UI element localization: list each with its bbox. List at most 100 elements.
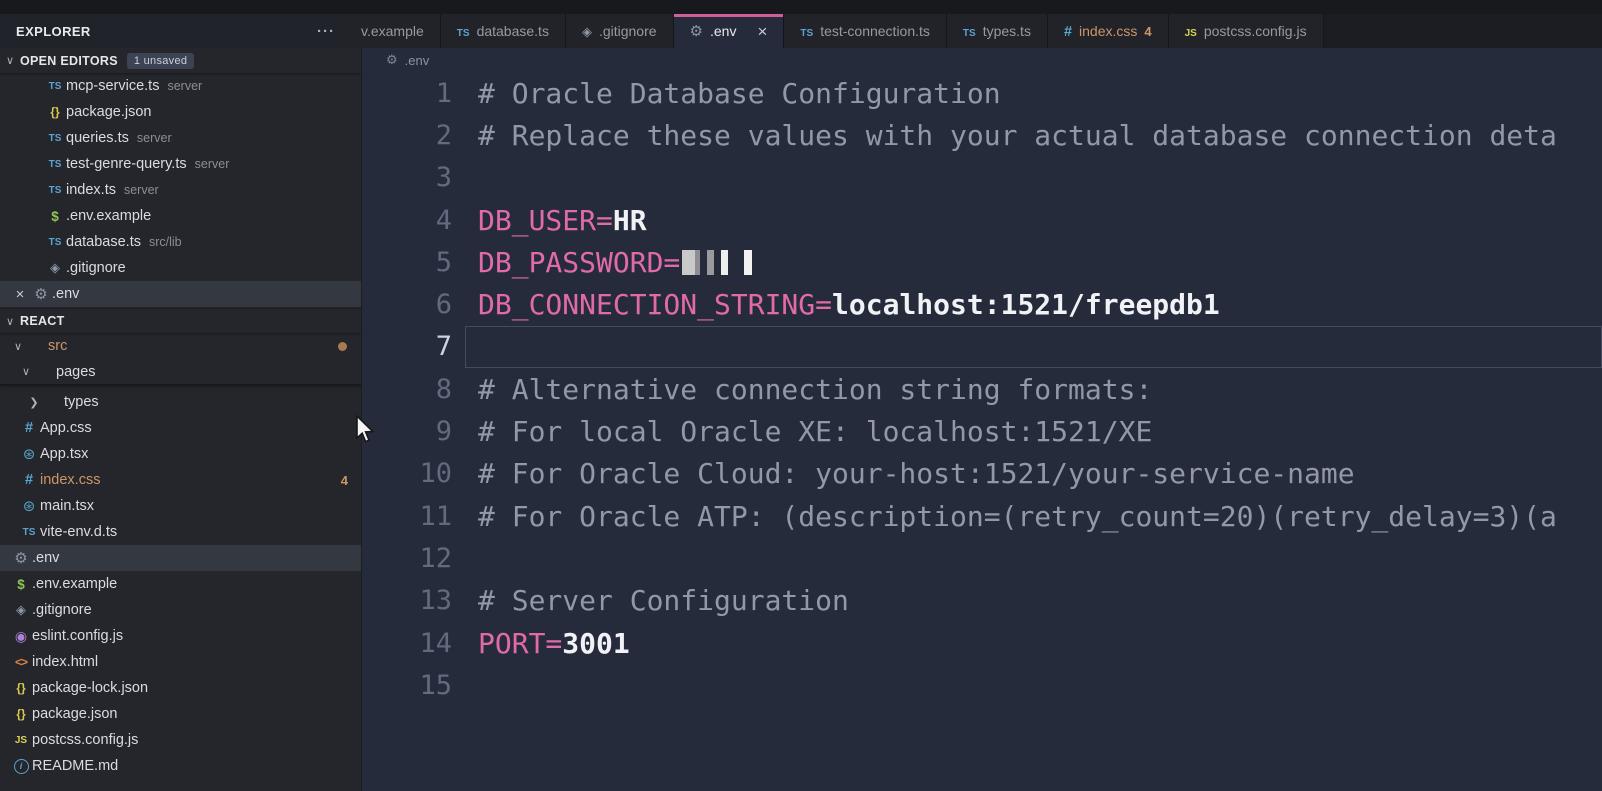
code-line[interactable]: 7 [362, 325, 1602, 369]
editor-tab[interactable]: database.ts [440, 14, 566, 48]
file-icon [44, 237, 66, 248]
code-line[interactable]: 4 DB_USER= HR [362, 199, 1602, 241]
editor-tab[interactable]: .gitignore [565, 14, 674, 48]
code-line[interactable]: 6 DB_CONNECTION_STRING= localhost:1521/fr… [362, 283, 1602, 325]
file-icon [10, 759, 32, 774]
file-name: .gitignore [32, 602, 92, 618]
editor-tab[interactable]: .env × [673, 14, 785, 48]
tab-label: database.ts [476, 23, 549, 39]
code-token: DB_PASSWORD= [478, 245, 681, 279]
tab-label: types.ts [982, 23, 1031, 39]
code-line[interactable]: 3 [362, 157, 1602, 199]
editor-tab[interactable]: index.css 4 [1047, 14, 1169, 48]
code-line[interactable]: 9 # For local Oracle XE: localhost:1521/… [362, 410, 1602, 452]
tab-close-icon[interactable]: × [757, 23, 767, 40]
open-editor-item[interactable]: .env.example [0, 203, 361, 229]
tree-item[interactable]: .env.example [0, 571, 361, 597]
line-content: PORT= 3001 [478, 622, 1602, 664]
open-editors-header[interactable]: ∨ OPEN EDITORS 1 unsaved [0, 48, 361, 73]
code-line[interactable]: 5 DB_PASSWORD= [362, 241, 1602, 283]
editor-tab[interactable]: postcss.config.js [1168, 14, 1324, 48]
tree-item[interactable]: vite-env.d.ts [0, 519, 361, 545]
code-token: # Replace these values with your actual … [478, 118, 1557, 152]
tab-problem-badge: 4 [1144, 23, 1152, 39]
tree-item[interactable]: ∨ src [0, 333, 361, 359]
line-content: # Oracle Database Configuration [478, 72, 1602, 114]
line-number: 11 [419, 500, 452, 532]
code-line[interactable]: 11 # For Oracle ATP: (description=(retry… [362, 495, 1602, 537]
close-icon[interactable]: × [10, 286, 30, 303]
tree-item[interactable]: package.json [0, 701, 361, 727]
code-token: DB_USER= [478, 203, 613, 237]
line-number: 2 [435, 119, 452, 151]
editor-tab[interactable]: v.example [345, 14, 441, 48]
tree-item[interactable]: README.md [0, 753, 361, 779]
open-editor-item[interactable]: database.ts src/lib [0, 229, 361, 255]
open-editor-item[interactable]: queries.ts server [0, 125, 361, 151]
tree-item[interactable]: ∨ pages [0, 359, 361, 385]
tree-item[interactable]: index.html [0, 649, 361, 675]
tab-label: v.example [361, 23, 424, 39]
file-path-hint: server [136, 131, 172, 145]
line-number: 15 [419, 669, 452, 701]
file-icon [44, 159, 66, 170]
tree-item[interactable]: index.css 4 [0, 467, 361, 493]
code-editor[interactable]: 1 # Oracle Database Configuration 2 # Re… [362, 72, 1602, 791]
file-name: eslint.config.js [32, 628, 124, 644]
open-editor-item[interactable]: .gitignore [0, 255, 361, 281]
code-token: # For Oracle Cloud: your-host:1521/your-… [478, 457, 1355, 491]
code-line[interactable]: 12 [362, 537, 1602, 579]
editor-tabstrip: v.example database.ts .gitignore .env [345, 14, 1602, 48]
file-icon [10, 628, 32, 645]
line-number: 5 [435, 246, 452, 278]
tree-item[interactable]: App.tsx [0, 441, 361, 467]
file-path-hint: server [194, 157, 230, 171]
open-editor-item[interactable]: package.json [0, 99, 361, 125]
code-token: localhost:1521/freepdb1 [832, 288, 1220, 322]
line-content: # Server Configuration [478, 580, 1602, 622]
file-icon [44, 260, 66, 276]
tree-item[interactable]: .gitignore [0, 597, 361, 623]
line-number: 10 [419, 458, 452, 490]
editor-tab[interactable]: types.ts [946, 14, 1048, 48]
line-content [478, 157, 1602, 199]
file-icon [10, 549, 32, 567]
code-token: DB_CONNECTION_STRING= [478, 288, 833, 322]
open-editor-item[interactable]: mcp-service.ts server [0, 73, 361, 99]
code-line[interactable]: 1 # Oracle Database Configuration [362, 72, 1602, 114]
chevron-down-icon: ∨ [6, 315, 15, 328]
file-name: vite-env.d.ts [40, 524, 118, 540]
editor-tab[interactable]: test-connection.ts [784, 14, 947, 48]
tree-item[interactable]: main.tsx [0, 493, 361, 519]
problem-count-badge: 4 [340, 472, 348, 488]
tab-label: test-connection.ts [820, 23, 930, 39]
code-line[interactable]: 8 # Alternative connection string format… [362, 368, 1602, 410]
window-top-strip [0, 0, 1602, 14]
explorer-sidebar: ∨ OPEN EDITORS 1 unsaved mcp-service.ts … [0, 48, 362, 791]
tree-item[interactable]: ❯ types [0, 389, 361, 415]
code-line[interactable]: 2 # Replace these values with your actua… [362, 114, 1602, 156]
tree-item[interactable]: eslint.config.js [0, 623, 361, 649]
tree-item[interactable]: App.css [0, 415, 361, 441]
project-section-header[interactable]: ∨ REACT [0, 308, 361, 333]
open-editor-item[interactable]: × .env [0, 281, 361, 307]
file-path-hint: src/lib [148, 235, 182, 249]
open-editor-item[interactable]: index.ts server [0, 177, 361, 203]
tree-item[interactable]: package-lock.json [0, 675, 361, 701]
file-name: App.tsx [40, 446, 89, 462]
tree-item[interactable]: postcss.config.js [0, 727, 361, 753]
gear-icon [386, 52, 398, 68]
more-actions-icon[interactable]: ··· [317, 23, 335, 40]
file-icon [18, 420, 40, 436]
tab-label: index.css [1079, 23, 1138, 39]
code-line[interactable]: 14 PORT= 3001 [362, 622, 1602, 664]
open-editor-item[interactable]: test-genre-query.ts server [0, 151, 361, 177]
breadcrumb[interactable]: .env [362, 48, 1602, 72]
file-name: App.css [40, 420, 92, 436]
tab-file-icon [800, 23, 813, 39]
code-token [682, 249, 761, 275]
code-line[interactable]: 15 [362, 664, 1602, 706]
tree-item[interactable]: .env [0, 545, 361, 571]
code-line[interactable]: 13 # Server Configuration [362, 580, 1602, 622]
code-line[interactable]: 10 # For Oracle Cloud: your-host:1521/yo… [362, 453, 1602, 495]
